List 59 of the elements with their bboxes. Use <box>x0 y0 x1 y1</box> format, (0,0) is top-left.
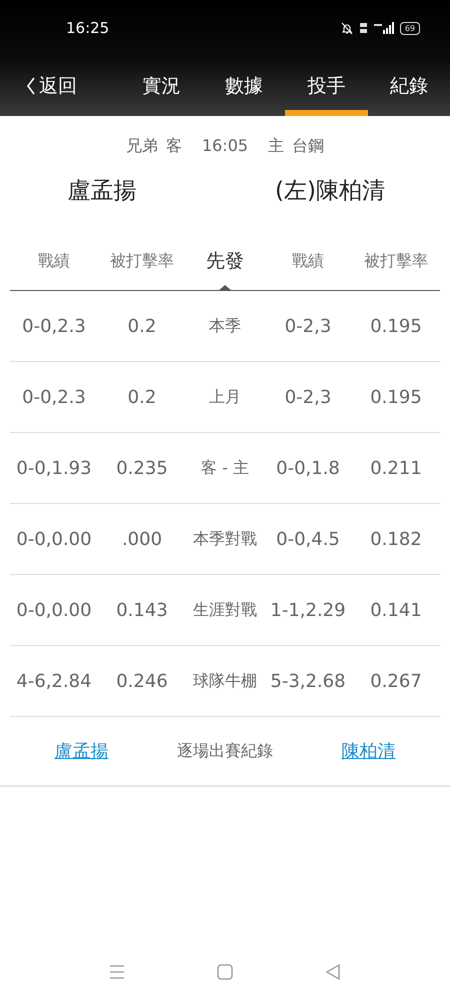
table-cell-text: 0-0,0.00 <box>15 600 93 620</box>
chevron-left-icon <box>26 77 35 95</box>
battery-icon: 69 <box>400 22 420 34</box>
away-tag: 客 <box>166 136 182 157</box>
table-cell-text: 5-3,2.68 <box>269 670 347 692</box>
column-header: 戰績 <box>38 250 70 272</box>
table-cell-text: 0.235 <box>115 458 169 478</box>
table-cell-text: 0-0,1.8 <box>275 458 341 478</box>
nav-tab[interactable]: 實況 <box>120 56 202 116</box>
table-cell-text: 球隊牛棚 <box>192 670 258 692</box>
table-cell-text: 0.267 <box>369 670 423 692</box>
home-tag: 主 <box>268 136 284 157</box>
table-cell-text: 本季 <box>208 316 242 336</box>
table-cell-text: 0-0,2.3 <box>21 386 87 408</box>
table-cell-text: 生涯對戰 <box>192 600 258 620</box>
back-button[interactable]: 返回 <box>0 56 120 116</box>
table-cell-text: 0.2 <box>126 386 158 408</box>
status-time: 16:25 <box>66 19 110 37</box>
bell-off-icon <box>340 22 353 34</box>
pitcher-name: 盧孟揚 <box>66 177 138 206</box>
table-cell-text: .000 <box>120 528 164 550</box>
table-cell-text: 0-2,3 <box>284 316 332 336</box>
table-cell-text: 0.141 <box>369 600 423 620</box>
column-header: 被打擊率 <box>110 250 174 272</box>
table-cell-text: 0-0,4.5 <box>275 528 341 550</box>
team-name: 兄弟 <box>126 136 158 157</box>
pitcher-link[interactable]: 盧孟揚 <box>54 739 108 763</box>
table-cell-text: 4-6,2.84 <box>15 670 93 692</box>
nav-tab[interactable]: 數據 <box>202 56 285 116</box>
nav-tab[interactable]: 投手 <box>285 56 368 116</box>
pitcher-link[interactable]: 陳柏清 <box>342 739 396 763</box>
column-header: 被打擊率 <box>364 250 428 272</box>
team-name: 台鋼 <box>292 136 324 157</box>
column-header: 先發 <box>206 249 244 274</box>
table-cell-text: 0.2 <box>126 316 158 336</box>
table-cell-text: 0-0,0.00 <box>15 528 93 550</box>
home-icon[interactable] <box>217 964 233 980</box>
table-cell-text: 0.246 <box>115 670 169 692</box>
table-cell-text: 0-2,3 <box>284 386 332 408</box>
pitcher-name: (左)陳柏清 <box>274 177 386 206</box>
game-log-label: 逐場出賽紀錄 <box>176 740 273 762</box>
column-header: 戰績 <box>292 250 324 272</box>
back-icon[interactable] <box>325 964 341 980</box>
game-time: 16:05 <box>202 136 248 157</box>
table-cell-text: 上月 <box>208 386 242 408</box>
table-cell-text: 0.195 <box>369 386 423 408</box>
table-cell-text: 本季對戰 <box>192 528 258 550</box>
volte-icon <box>358 22 368 34</box>
table-cell-text: 0.195 <box>369 316 423 336</box>
table-cell-text: 客 - 主 <box>200 458 250 478</box>
nav-tab[interactable]: 紀錄 <box>368 56 450 116</box>
table-cell-text: 0.211 <box>369 458 423 478</box>
signal-icon <box>374 22 394 34</box>
menu-icon[interactable] <box>109 965 125 979</box>
table-cell-text: 0.182 <box>369 528 423 550</box>
table-cell-text: 0-0,2.3 <box>21 316 87 336</box>
table-cell-text: 0-0,1.93 <box>15 458 93 478</box>
table-cell-text: 1-1,2.29 <box>269 600 347 620</box>
table-cell-text: 0.143 <box>115 600 169 620</box>
